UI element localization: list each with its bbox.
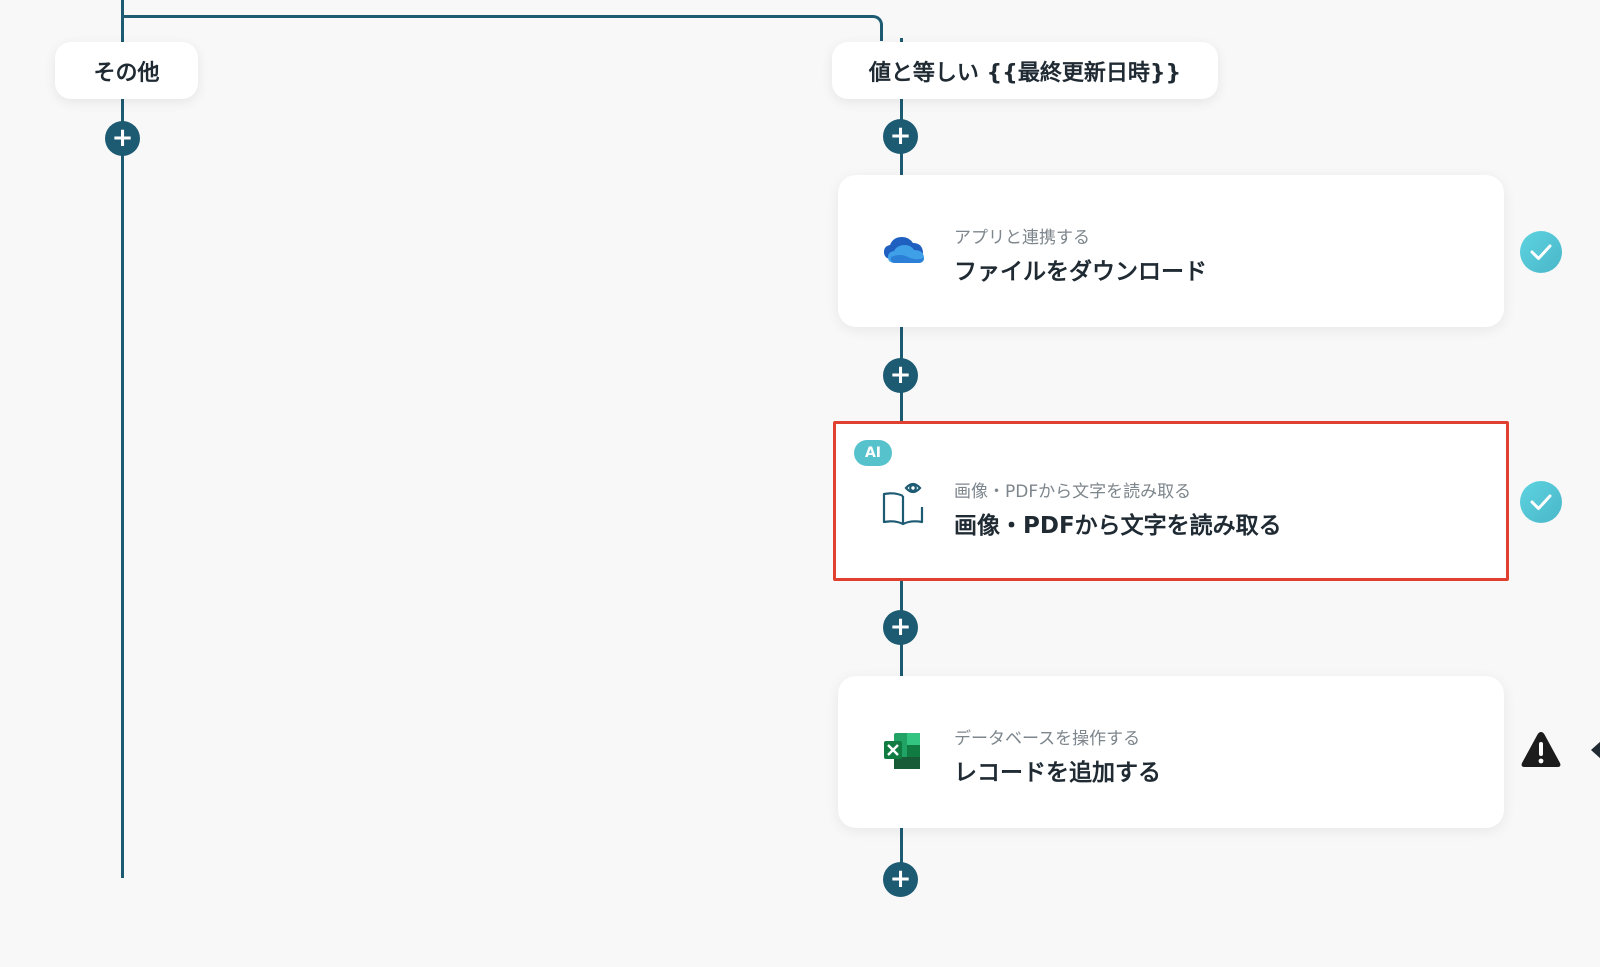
step-2-complete-check-icon bbox=[1520, 481, 1562, 523]
branch-top-line bbox=[121, 15, 873, 18]
step-card-ocr[interactable]: AI 画像・PDFから文字を読み取る 画像・PDFから文字を読み取る bbox=[833, 421, 1509, 581]
add-step-button-3[interactable]: + bbox=[883, 610, 918, 645]
onedrive-icon bbox=[884, 237, 924, 263]
add-step-button-left[interactable]: + bbox=[105, 121, 140, 156]
step-1-title: ファイルをダウンロード bbox=[954, 259, 1207, 285]
add-step-button-1[interactable]: + bbox=[883, 119, 918, 154]
step-2-subtitle: 画像・PDFから文字を読み取る bbox=[954, 482, 1192, 502]
step-2-title: 画像・PDFから文字を読み取る bbox=[954, 513, 1282, 539]
step-3-subtitle: データベースを操作する bbox=[954, 729, 1141, 749]
step-1-subtitle: アプリと連携する bbox=[954, 228, 1090, 248]
check-icon bbox=[1530, 494, 1552, 510]
step-3-title: レコードを追加する bbox=[954, 760, 1161, 786]
branch-label-other-text: その他 bbox=[93, 60, 160, 86]
add-step-button-4[interactable]: + bbox=[883, 862, 918, 897]
branch-corner bbox=[863, 15, 883, 41]
branch-label-condition[interactable]: 値と等しい {{最終更新日時}} bbox=[832, 42, 1218, 99]
step-1-complete-check-icon bbox=[1520, 231, 1562, 273]
add-step-button-2[interactable]: + bbox=[883, 358, 918, 393]
check-icon bbox=[1530, 244, 1552, 260]
ai-badge: AI bbox=[854, 440, 892, 466]
step-3-warning-icon[interactable] bbox=[1520, 729, 1562, 771]
collapse-panel-arrow-icon[interactable] bbox=[1591, 741, 1600, 759]
branch-label-condition-text: 値と等しい {{最終更新日時}} bbox=[868, 60, 1182, 86]
excel-icon bbox=[884, 733, 920, 769]
branch-label-other[interactable]: その他 bbox=[55, 42, 198, 99]
book-eye-icon bbox=[882, 482, 924, 526]
step-card-add-record[interactable]: データベースを操作する レコードを追加する bbox=[838, 676, 1504, 828]
step-card-download-file[interactable]: アプリと連携する ファイルをダウンロード bbox=[838, 175, 1504, 327]
